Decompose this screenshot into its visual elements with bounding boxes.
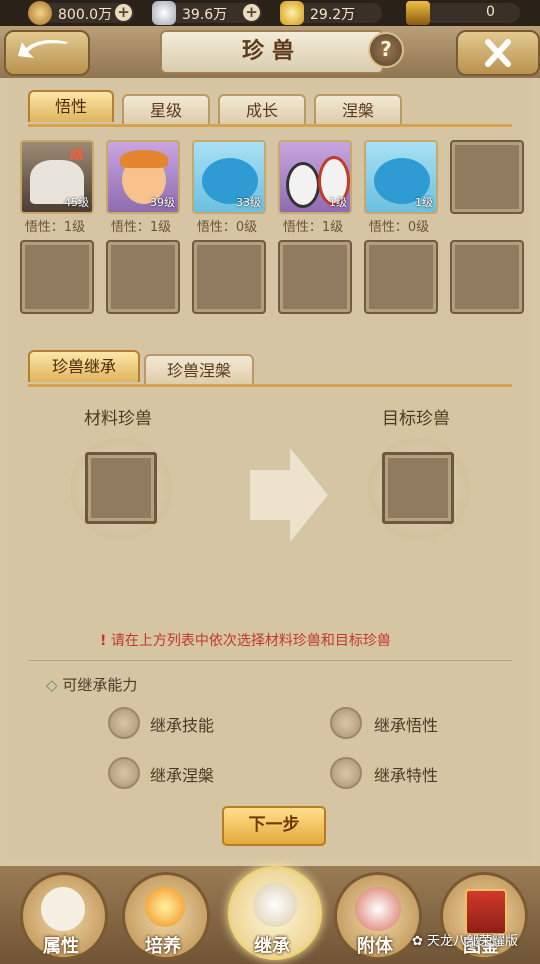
copper-value: 800.0万	[58, 7, 113, 23]
book-icon	[465, 889, 507, 935]
add-silver-button[interactable]: +	[243, 4, 260, 21]
silver-value: 39.6万	[182, 7, 228, 23]
copper-coin-icon	[28, 1, 52, 25]
inherit-wuxing-label: 继承悟性	[374, 716, 439, 735]
inherit-nirvana-label: 继承涅槃	[150, 766, 215, 785]
nav-attributes-label: 属性	[43, 936, 79, 957]
target-label: 目标珍兽	[382, 409, 450, 429]
watermark-text: 天龙八部荣耀版	[427, 934, 519, 949]
tab-growth[interactable]: 成长	[218, 94, 306, 126]
back-arrow-icon	[18, 40, 68, 58]
hint-text: ! 请在上方列表中依次选择材料珍兽和目标珍兽	[100, 630, 391, 650]
nav-train-label: 培养	[145, 936, 181, 957]
subtab-divider	[28, 384, 512, 387]
page-title: 珍兽	[160, 30, 384, 74]
nav-possess-label: 附体	[357, 936, 393, 957]
inherit-trait-radio[interactable]	[330, 757, 362, 789]
pet-level: 45级	[64, 196, 89, 209]
empty-pet-slot[interactable]	[364, 240, 438, 314]
dragon-icon	[355, 887, 401, 931]
watermark: ✿ 天龙八部荣耀版	[412, 930, 518, 949]
material-pet-slot[interactable]	[85, 452, 157, 524]
close-icon	[485, 39, 511, 67]
warning-icon: !	[100, 633, 107, 649]
treasure-currency: 0	[406, 1, 520, 25]
pet-level: 1级	[329, 196, 347, 209]
pet-level: 33级	[236, 196, 261, 209]
tab-divider	[28, 124, 512, 127]
pet-slot-3[interactable]: 33级	[192, 140, 266, 214]
gold-currency: 29.2万	[280, 1, 382, 25]
paw-icon	[145, 887, 185, 927]
tab-wuxing[interactable]: 悟性	[28, 90, 114, 122]
inherit-icon	[253, 883, 297, 927]
pet-hair	[120, 150, 168, 168]
nav-inherit-label: 继承	[254, 936, 290, 957]
gold-ingot-icon	[280, 1, 304, 25]
battle-badge: 战	[70, 148, 84, 163]
pet-level: 1级	[415, 196, 433, 209]
abilities-title-text: 可继承能力	[62, 676, 138, 694]
add-copper-button[interactable]: +	[115, 4, 132, 21]
silver-currency: 39.6万 +	[152, 1, 262, 25]
hint-message: 请在上方列表中依次选择材料珍兽和目标珍兽	[110, 633, 391, 649]
divider	[28, 660, 512, 661]
pet-slot-1[interactable]: 战 45级	[20, 140, 94, 214]
gold-value: 29.2万	[310, 7, 356, 23]
inherit-skill-radio[interactable]	[108, 707, 140, 739]
help-button[interactable]: ?	[368, 32, 404, 68]
silver-ingot-icon	[152, 1, 176, 25]
pet-level: 39级	[150, 196, 175, 209]
inherit-trait-label: 继承特性	[374, 766, 439, 785]
pet-portrait	[286, 162, 320, 208]
empty-pet-slot[interactable]	[106, 240, 180, 314]
empty-pet-slot[interactable]	[278, 240, 352, 314]
back-button[interactable]	[4, 30, 90, 76]
pet-slot-4[interactable]: 1级	[278, 140, 352, 214]
next-step-button[interactable]: 下一步	[222, 806, 326, 846]
inherit-skill-label: 继承技能	[150, 716, 215, 735]
empty-pet-slot[interactable]	[450, 140, 524, 214]
inherit-wuxing-radio[interactable]	[330, 707, 362, 739]
abilities-title: ◇ 可继承能力	[46, 674, 137, 695]
pet-wuxing-label: 悟性：0级	[196, 220, 258, 235]
pet-slot-2[interactable]: 39级	[106, 140, 180, 214]
fox-icon	[41, 887, 85, 931]
empty-pet-slot[interactable]	[192, 240, 266, 314]
pet-wuxing-label: 悟性：1级	[24, 220, 86, 235]
treasure-icon	[406, 1, 430, 25]
pet-slot-5[interactable]: 1级	[364, 140, 438, 214]
target-pet-slot[interactable]	[382, 452, 454, 524]
pet-wuxing-label: 悟性：1级	[110, 220, 172, 235]
arrow-right-icon	[250, 448, 328, 542]
subtab-nirvana[interactable]: 珍兽涅槃	[144, 354, 254, 386]
subtab-inherit[interactable]: 珍兽继承	[28, 350, 140, 382]
empty-pet-slot[interactable]	[20, 240, 94, 314]
pet-wuxing-label: 悟性：1级	[282, 220, 344, 235]
copper-currency: 800.0万 +	[28, 1, 134, 25]
diamond-icon: ◇	[46, 676, 58, 694]
pet-wuxing-label: 悟性：0级	[368, 220, 430, 235]
wechat-icon: ✿	[412, 934, 428, 949]
empty-pet-slot[interactable]	[450, 240, 524, 314]
tab-nirvana[interactable]: 涅槃	[314, 94, 402, 126]
treasure-value: 0	[486, 4, 495, 20]
tab-star[interactable]: 星级	[122, 94, 210, 126]
material-label: 材料珍兽	[84, 409, 152, 429]
inherit-nirvana-radio[interactable]	[108, 757, 140, 789]
close-button[interactable]	[456, 30, 540, 76]
